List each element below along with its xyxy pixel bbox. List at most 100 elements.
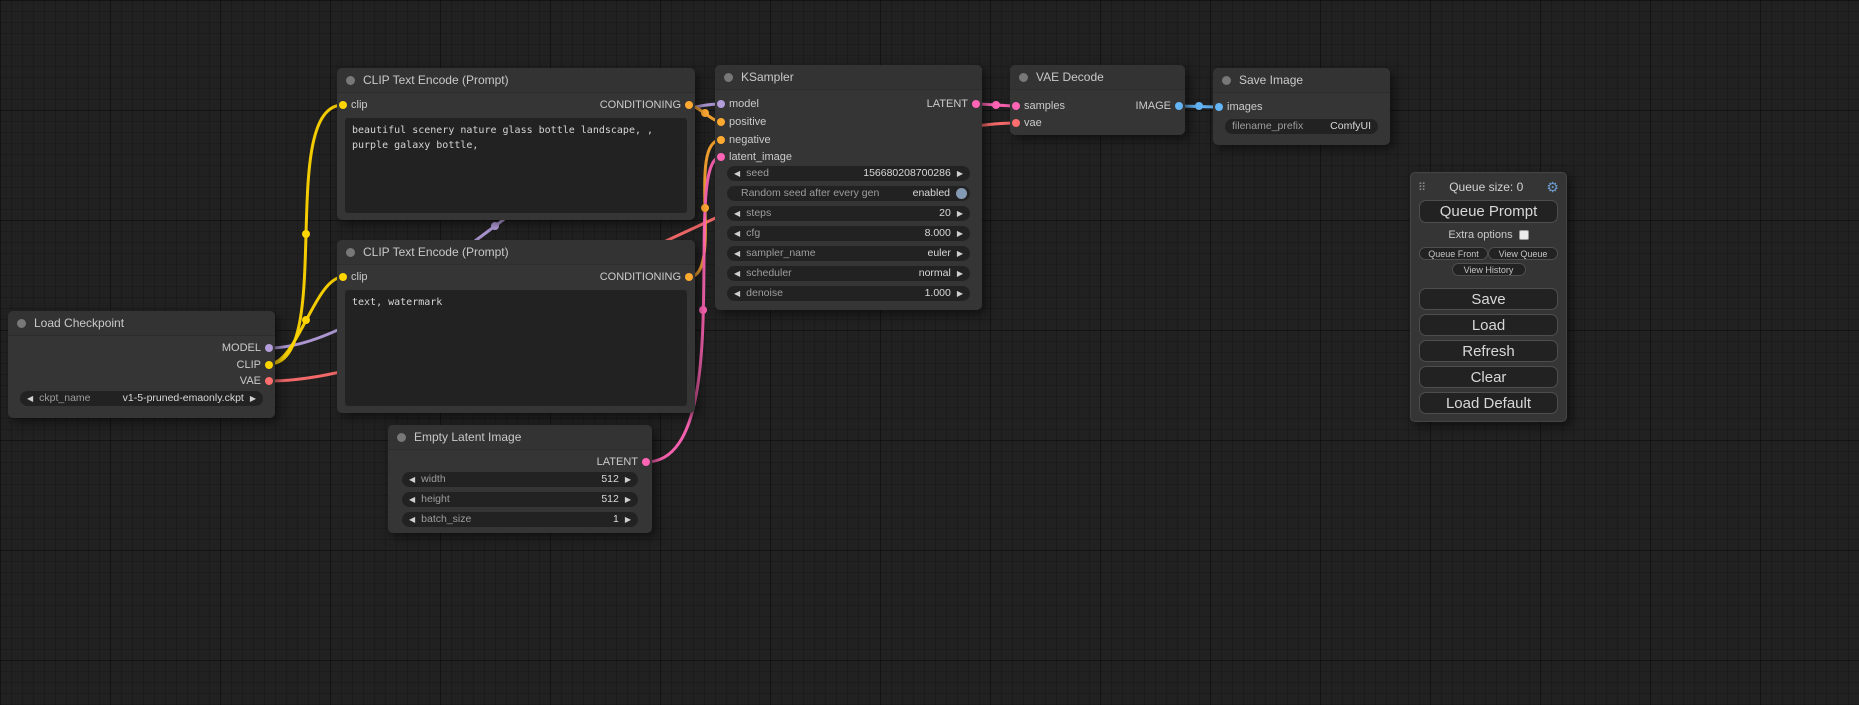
slot-row-clip-conditioning: clip CONDITIONING — [337, 269, 695, 285]
collapse-dot-icon[interactable] — [346, 248, 355, 257]
node-clip-text-encode-positive[interactable]: CLIP Text Encode (Prompt) clip CONDITION… — [337, 68, 695, 220]
node-vae-decode[interactable]: VAE Decode samples IMAGE vae — [1010, 65, 1185, 135]
output-dot-vae[interactable] — [265, 377, 273, 385]
widget-batch-size[interactable]: ◀ batch_size 1 ▶ — [402, 512, 638, 527]
next-arrow-icon[interactable]: ▶ — [957, 286, 963, 301]
next-arrow-icon[interactable]: ▶ — [957, 266, 963, 281]
collapse-dot-icon[interactable] — [397, 433, 406, 442]
node-title: CLIP Text Encode (Prompt) — [363, 73, 509, 87]
input-dot-latent-image[interactable] — [717, 153, 725, 161]
widget-height[interactable]: ◀ height 512 ▶ — [402, 492, 638, 507]
prev-arrow-icon[interactable]: ◀ — [734, 246, 740, 261]
input-dot-clip[interactable] — [339, 273, 347, 281]
widget-seed[interactable]: ◀ seed 156680208700286 ▶ — [727, 166, 970, 181]
queue-prompt-button[interactable]: Queue Prompt — [1419, 200, 1558, 223]
input-dot-model[interactable] — [717, 100, 725, 108]
output-dot-latent[interactable] — [642, 458, 650, 466]
input-dot-positive[interactable] — [717, 118, 725, 126]
widget-random-seed[interactable]: Random seed after every gen enabled — [727, 186, 970, 201]
collapse-dot-icon[interactable] — [346, 76, 355, 85]
link-dot-conditioning-negative — [701, 204, 709, 212]
slot-row-model: MODEL — [8, 340, 275, 356]
slot-row-images: images — [1213, 99, 1390, 115]
widget-filename-prefix[interactable]: filename_prefix ComfyUI — [1225, 119, 1378, 134]
node-graph-canvas[interactable]: Load Checkpoint MODEL CLIP VAE ◀ ckpt_na… — [0, 0, 1859, 705]
next-arrow-icon[interactable]: ▶ — [625, 492, 631, 507]
input-dot-images[interactable] — [1215, 103, 1223, 111]
collapse-dot-icon[interactable] — [1222, 76, 1231, 85]
node-title: Empty Latent Image — [414, 430, 521, 444]
prev-arrow-icon[interactable]: ◀ — [734, 206, 740, 221]
widget-value: normal — [919, 266, 951, 281]
queue-front-button[interactable]: Queue Front — [1419, 247, 1488, 260]
load-button[interactable]: Load — [1419, 314, 1558, 336]
prev-arrow-icon[interactable]: ◀ — [27, 391, 33, 406]
widget-sampler-name[interactable]: ◀ sampler_name euler ▶ — [727, 246, 970, 261]
widget-width[interactable]: ◀ width 512 ▶ — [402, 472, 638, 487]
save-button[interactable]: Save — [1419, 288, 1558, 310]
next-arrow-icon[interactable]: ▶ — [625, 512, 631, 527]
output-label-latent: LATENT — [927, 98, 968, 110]
input-dot-vae[interactable] — [1012, 119, 1020, 127]
widget-denoise[interactable]: ◀ denoise 1.000 ▶ — [727, 286, 970, 301]
output-dot-image[interactable] — [1175, 102, 1183, 110]
widget-ckpt-name[interactable]: ◀ ckpt_name v1-5-pruned-emaonly.ckpt ▶ — [20, 391, 263, 406]
next-arrow-icon[interactable]: ▶ — [957, 246, 963, 261]
widget-value: 8.000 — [925, 226, 951, 241]
next-arrow-icon[interactable]: ▶ — [625, 472, 631, 487]
view-history-button[interactable]: View History — [1452, 263, 1526, 276]
output-label-latent: LATENT — [597, 456, 638, 468]
input-label-negative: negative — [729, 134, 771, 146]
drag-handle-icon[interactable]: ⠿ — [1418, 181, 1426, 194]
collapse-dot-icon[interactable] — [724, 73, 733, 82]
output-dot-clip[interactable] — [265, 361, 273, 369]
next-arrow-icon[interactable]: ▶ — [250, 391, 256, 406]
node-header[interactable]: Empty Latent Image — [388, 425, 652, 450]
node-header[interactable]: CLIP Text Encode (Prompt) — [337, 68, 695, 93]
output-dot-model[interactable] — [265, 344, 273, 352]
node-save-image[interactable]: Save Image images filename_prefix ComfyU… — [1213, 68, 1390, 145]
load-default-button[interactable]: Load Default — [1419, 392, 1558, 414]
clear-button[interactable]: Clear — [1419, 366, 1558, 388]
widget-scheduler[interactable]: ◀ scheduler normal ▶ — [727, 266, 970, 281]
prev-arrow-icon[interactable]: ◀ — [734, 226, 740, 241]
prompt-text-area[interactable]: beautiful scenery nature glass bottle la… — [345, 118, 687, 213]
prev-arrow-icon[interactable]: ◀ — [409, 512, 415, 527]
output-dot-latent[interactable] — [972, 100, 980, 108]
output-dot-conditioning[interactable] — [685, 101, 693, 109]
node-header[interactable]: VAE Decode — [1010, 65, 1185, 90]
input-dot-samples[interactable] — [1012, 102, 1020, 110]
collapse-dot-icon[interactable] — [17, 319, 26, 328]
prev-arrow-icon[interactable]: ◀ — [409, 492, 415, 507]
widget-steps[interactable]: ◀ steps 20 ▶ — [727, 206, 970, 221]
node-empty-latent-image[interactable]: Empty Latent Image LATENT ◀ width 512 ▶ … — [388, 425, 652, 533]
next-arrow-icon[interactable]: ▶ — [957, 206, 963, 221]
node-header[interactable]: KSampler — [715, 65, 982, 90]
prev-arrow-icon[interactable]: ◀ — [734, 286, 740, 301]
refresh-button[interactable]: Refresh — [1419, 340, 1558, 362]
widget-cfg[interactable]: ◀ cfg 8.000 ▶ — [727, 226, 970, 241]
node-header[interactable]: CLIP Text Encode (Prompt) — [337, 240, 695, 265]
widget-value: 156680208700286 — [863, 166, 951, 181]
seed-toggle-icon[interactable] — [956, 188, 967, 199]
extra-options-checkbox[interactable] — [1519, 230, 1529, 240]
prev-arrow-icon[interactable]: ◀ — [409, 472, 415, 487]
input-dot-clip[interactable] — [339, 101, 347, 109]
node-header[interactable]: Load Checkpoint — [8, 311, 275, 336]
node-header[interactable]: Save Image — [1213, 68, 1390, 93]
next-arrow-icon[interactable]: ▶ — [957, 226, 963, 241]
settings-gear-icon[interactable]: ⚙ — [1546, 180, 1559, 194]
prev-arrow-icon[interactable]: ◀ — [734, 266, 740, 281]
node-clip-text-encode-negative[interactable]: CLIP Text Encode (Prompt) clip CONDITION… — [337, 240, 695, 413]
view-queue-button[interactable]: View Queue — [1488, 247, 1558, 260]
next-arrow-icon[interactable]: ▶ — [957, 166, 963, 181]
collapse-dot-icon[interactable] — [1019, 73, 1028, 82]
input-dot-negative[interactable] — [717, 136, 725, 144]
prev-arrow-icon[interactable]: ◀ — [734, 166, 740, 181]
output-dot-conditioning[interactable] — [685, 273, 693, 281]
node-ksampler[interactable]: KSampler model LATENT positive negative … — [715, 65, 982, 310]
link-dot-clip-negative — [302, 316, 310, 324]
node-load-checkpoint[interactable]: Load Checkpoint MODEL CLIP VAE ◀ ckpt_na… — [8, 311, 275, 418]
output-label-conditioning: CONDITIONING — [600, 271, 681, 283]
prompt-text-area[interactable]: text, watermark — [345, 290, 687, 406]
